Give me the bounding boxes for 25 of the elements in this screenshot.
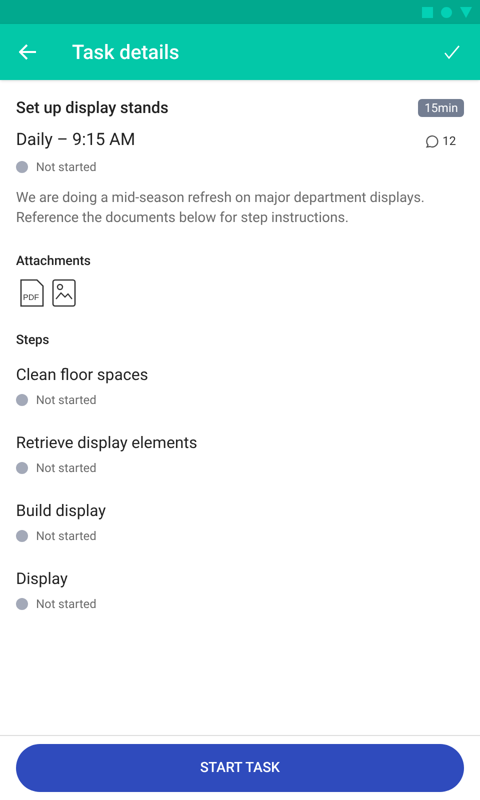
pdf-file-icon[interactable]: PDF	[20, 279, 44, 307]
image-file-icon[interactable]	[52, 279, 76, 307]
back-arrow-icon	[19, 44, 37, 60]
step-title[interactable]: Build display	[16, 498, 464, 522]
task-description: We are doing a mid-season refresh on major department displays. Reference the documents below for step instructions.	[16, 188, 426, 228]
task-title: Set up display stands	[16, 97, 168, 119]
status-text: Not started	[36, 158, 96, 176]
section-heading: Steps	[16, 332, 50, 350]
step-title[interactable]: Retrieve display elements	[16, 430, 464, 454]
task-schedule: Daily – 9:15 AM	[16, 129, 136, 152]
triangle-icon	[460, 6, 472, 18]
status-text: Not started	[36, 596, 96, 612]
square-icon	[422, 6, 433, 18]
duration-badge: 15min	[418, 99, 464, 117]
start-task-button[interactable]: START TASK	[16, 744, 464, 792]
status-text: Not started	[36, 528, 96, 544]
status-text: Not started	[36, 392, 96, 408]
check-icon	[444, 45, 460, 59]
section-heading: Attachments	[16, 252, 92, 270]
step-title[interactable]: Clean floor spaces	[16, 362, 464, 386]
comment-count: 12	[442, 132, 456, 150]
step-title[interactable]: Display	[16, 566, 464, 590]
status-text: Not started	[36, 460, 96, 476]
page-title: Task details	[72, 39, 180, 66]
comment-icon	[424, 134, 438, 148]
